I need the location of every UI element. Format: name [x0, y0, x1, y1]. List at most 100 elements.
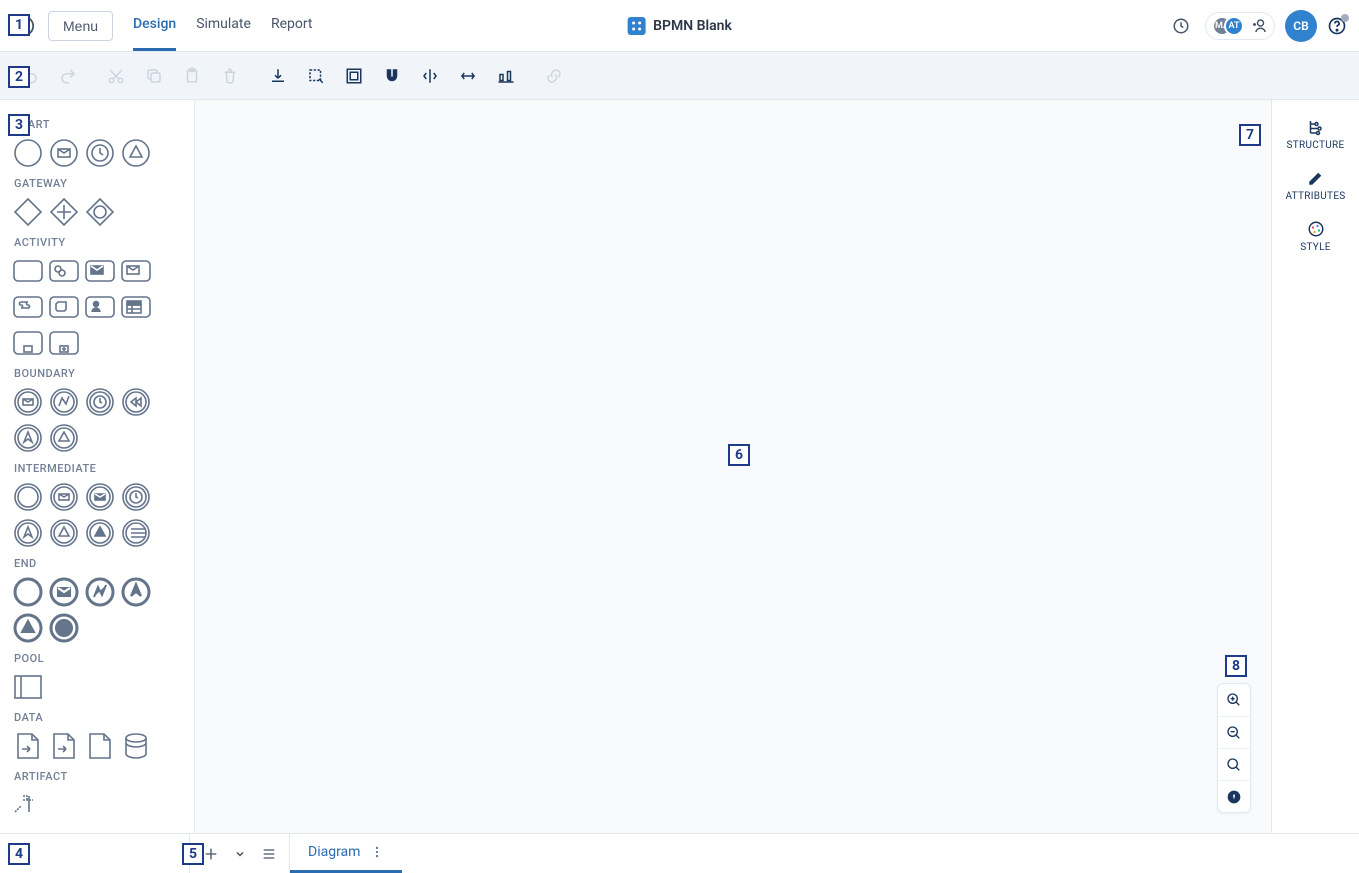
callout-4: 4: [8, 843, 30, 865]
distribute-button[interactable]: [488, 58, 524, 94]
shape-boundary-message[interactable]: [12, 386, 44, 418]
shape-boundary-timer[interactable]: [84, 386, 116, 418]
shape-text-annotation[interactable]: [12, 789, 44, 821]
palette-group-data-label: DATA: [14, 711, 184, 724]
paste-button[interactable]: [174, 58, 210, 94]
shape-end-terminate[interactable]: [48, 612, 80, 644]
callout-7: 7: [1239, 124, 1261, 146]
shape-boundary-error[interactable]: [48, 386, 80, 418]
history-icon[interactable]: [1167, 12, 1195, 40]
tab-simulate[interactable]: Simulate: [196, 0, 251, 51]
group-button[interactable]: [336, 58, 372, 94]
diagram-tab[interactable]: Diagram: [290, 834, 402, 873]
align-h-button[interactable]: [412, 58, 448, 94]
redo-button[interactable]: [50, 58, 86, 94]
zoom-fit-button[interactable]: [1218, 748, 1250, 780]
shape-start-signal[interactable]: [120, 137, 152, 169]
shape-subprocess-collapsed[interactable]: [12, 327, 44, 359]
shape-intermediate-signal-catch[interactable]: [48, 517, 80, 549]
shape-business-rule-task[interactable]: [120, 291, 152, 323]
shape-pool[interactable]: [12, 671, 44, 703]
menu-button[interactable]: Menu: [48, 11, 113, 41]
shape-manual-task[interactable]: [48, 291, 80, 323]
download-button[interactable]: [260, 58, 296, 94]
panel-structure[interactable]: STRUCTURE: [1287, 118, 1345, 151]
shape-data-output[interactable]: [48, 730, 80, 762]
diagram-dropdown-button[interactable]: [227, 840, 252, 868]
shape-end-error[interactable]: [84, 576, 116, 608]
callout-6: 6: [728, 444, 750, 466]
shape-gateway-exclusive[interactable]: [12, 196, 44, 228]
tab-design[interactable]: Design: [133, 0, 176, 51]
copy-button[interactable]: [136, 58, 172, 94]
shape-data-input[interactable]: [12, 730, 44, 762]
magnet-button[interactable]: [374, 58, 410, 94]
shape-receive-task[interactable]: [120, 255, 152, 287]
document-title-text: BPMN Blank: [653, 18, 732, 34]
zoom-controls: [1217, 683, 1251, 813]
link-button[interactable]: [536, 58, 572, 94]
shape-intermediate-none[interactable]: [12, 481, 44, 513]
shape-start-timer[interactable]: [84, 137, 116, 169]
shape-intermediate-timer[interactable]: [120, 481, 152, 513]
panel-attributes[interactable]: ATTRIBUTES: [1285, 169, 1345, 202]
user-avatar[interactable]: CB: [1285, 10, 1317, 42]
shape-send-task[interactable]: [84, 255, 116, 287]
shape-script-task[interactable]: [12, 291, 44, 323]
shape-boundary-escalation[interactable]: [12, 422, 44, 454]
zoom-out-button[interactable]: [1218, 716, 1250, 748]
palette-group-activity-label: ACTIVITY: [14, 236, 184, 249]
bpmn-icon: [627, 17, 645, 35]
shape-task[interactable]: [12, 255, 44, 287]
panel-style-label: STYLE: [1300, 242, 1331, 253]
callout-8: 8: [1225, 655, 1247, 677]
tab-report[interactable]: Report: [271, 0, 313, 51]
shape-end-escalation[interactable]: [120, 576, 152, 608]
shape-intermediate-signal-throw[interactable]: [84, 517, 116, 549]
canvas-area[interactable]: [195, 100, 1271, 833]
kebab-icon[interactable]: [370, 845, 384, 859]
align-v-button[interactable]: [450, 58, 486, 94]
shape-end-message[interactable]: [48, 576, 80, 608]
shape-start-none[interactable]: [12, 137, 44, 169]
shape-intermediate-message-catch[interactable]: [48, 481, 80, 513]
shape-gateway-inclusive[interactable]: [84, 196, 116, 228]
select-area-button[interactable]: [298, 58, 334, 94]
callout-1: 1: [8, 14, 30, 36]
palette-group-intermediate-label: INTERMEDIATE: [14, 462, 184, 475]
callout-3: 3: [8, 114, 30, 136]
shape-gateway-parallel[interactable]: [48, 196, 80, 228]
shape-end-none[interactable]: [12, 576, 44, 608]
palette-group-end-label: END: [14, 557, 184, 570]
document-title: BPMN Blank: [627, 17, 732, 35]
shape-end-signal[interactable]: [12, 612, 44, 644]
cut-button[interactable]: [98, 58, 134, 94]
diagram-list-button[interactable]: [256, 840, 281, 868]
palette-group-artifact-label: ARTIFACT: [14, 770, 184, 783]
shape-data-store[interactable]: [120, 730, 152, 762]
action-toolbar: [0, 52, 1359, 100]
delete-button[interactable]: [212, 58, 248, 94]
help-icon[interactable]: [1327, 16, 1347, 36]
palette-group-boundary-label: BOUNDARY: [14, 367, 184, 380]
callout-2: 2: [8, 66, 30, 88]
collab-avatar-2: AT: [1224, 16, 1244, 36]
shape-intermediate-link[interactable]: [120, 517, 152, 549]
right-panel: STRUCTURE ATTRIBUTES STYLE: [1271, 100, 1359, 833]
shape-intermediate-escalation-catch[interactable]: [12, 517, 44, 549]
shape-start-message[interactable]: [48, 137, 80, 169]
shape-boundary-signal[interactable]: [48, 422, 80, 454]
palette-group-gateway-label: GATEWAY: [14, 177, 184, 190]
add-user-icon: [1250, 17, 1268, 35]
shape-service-task[interactable]: [48, 255, 80, 287]
shape-subprocess-expanded[interactable]: [48, 327, 80, 359]
panel-attributes-label: ATTRIBUTES: [1285, 191, 1345, 202]
shape-data-object[interactable]: [84, 730, 116, 762]
collaborators-chip[interactable]: MA AT: [1205, 12, 1275, 40]
panel-style[interactable]: STYLE: [1300, 220, 1331, 253]
shape-intermediate-message-throw[interactable]: [84, 481, 116, 513]
zoom-in-button[interactable]: [1218, 684, 1250, 716]
compass-button[interactable]: [1218, 780, 1250, 812]
shape-boundary-compensation[interactable]: [120, 386, 152, 418]
palette-group-pool-label: POOL: [14, 652, 184, 665]
